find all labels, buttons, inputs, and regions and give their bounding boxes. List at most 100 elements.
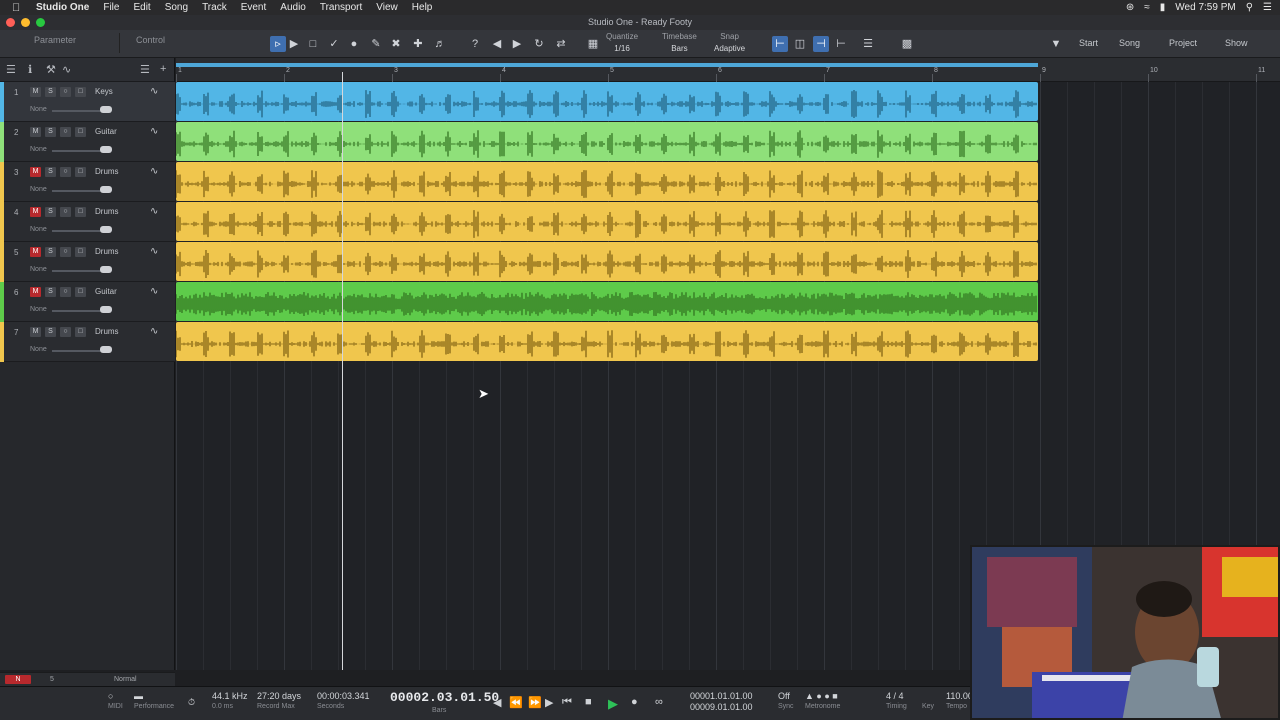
track-name[interactable]: Keys bbox=[95, 87, 113, 96]
record-arm-icon[interactable]: ○ bbox=[60, 287, 71, 297]
waveform-icon[interactable]: ∿ bbox=[150, 166, 158, 177]
monitor-icon[interactable]: □ bbox=[75, 167, 86, 177]
record-arm-icon[interactable]: ○ bbox=[60, 127, 71, 137]
track-header[interactable]: 5 M S ○ □ Drums ∿ None bbox=[0, 242, 175, 282]
solo-button[interactable]: S bbox=[45, 247, 56, 257]
minimize-window-button[interactable] bbox=[21, 18, 30, 27]
zoom-window-button[interactable] bbox=[36, 18, 45, 27]
menu-audio[interactable]: Audio bbox=[280, 2, 306, 13]
record-button[interactable]: ● bbox=[631, 696, 638, 708]
autoscroll-icon[interactable]: ⇄ bbox=[553, 36, 569, 52]
split-view-icon[interactable]: ◫ bbox=[792, 36, 808, 52]
menu-event[interactable]: Event bbox=[241, 2, 267, 13]
parameter-field[interactable]: Parameter bbox=[8, 33, 120, 53]
waveform-icon[interactable]: ∿ bbox=[150, 326, 158, 337]
solo-button[interactable]: S bbox=[45, 87, 56, 97]
fader-handle[interactable] bbox=[100, 146, 112, 153]
record-arm-icon[interactable]: ○ bbox=[60, 167, 71, 177]
snap-to-grid-button[interactable]: ⊢ bbox=[772, 36, 788, 52]
quantize-field[interactable]: Quantize 1/16 bbox=[606, 32, 638, 53]
solo-button[interactable]: S bbox=[45, 207, 56, 217]
mute-button[interactable]: M bbox=[30, 207, 41, 217]
menu-file[interactable]: File bbox=[103, 2, 119, 13]
rewind-icon[interactable]: ⏪ bbox=[509, 696, 523, 709]
mute-button[interactable]: M bbox=[30, 247, 41, 257]
skip-forward-icon[interactable]: ▶ bbox=[545, 696, 553, 709]
seconds-display[interactable]: 00:00:03.341 Seconds bbox=[317, 691, 370, 710]
track-input[interactable]: None bbox=[30, 266, 47, 273]
track-name[interactable]: Guitar bbox=[95, 287, 117, 296]
sync-display[interactable]: Off Sync bbox=[778, 691, 794, 710]
footer-mode[interactable]: Normal bbox=[114, 676, 137, 683]
tempo-display[interactable]: 110.00 Tempo bbox=[946, 691, 973, 710]
audio-clip[interactable] bbox=[176, 322, 1038, 361]
menu-edit[interactable]: Edit bbox=[133, 2, 150, 13]
fader-handle[interactable] bbox=[100, 186, 112, 193]
record-mode-badge[interactable]: N bbox=[5, 675, 31, 684]
track-header[interactable]: 6 M S ○ □ Guitar ∿ None bbox=[0, 282, 175, 322]
menu-help[interactable]: Help bbox=[412, 2, 433, 13]
fader-handle[interactable] bbox=[100, 346, 112, 353]
nudge-right-icon[interactable]: ▶ bbox=[509, 36, 525, 52]
track-list-icon[interactable]: ☰ bbox=[140, 63, 150, 76]
range-tool-icon[interactable]: ▶ bbox=[286, 36, 302, 52]
show-page-button[interactable]: Show bbox=[1225, 38, 1248, 48]
record-arm-icon[interactable]: ○ bbox=[60, 87, 71, 97]
mute-button[interactable]: M bbox=[30, 127, 41, 137]
inspector-icon[interactable]: ℹ bbox=[28, 63, 32, 76]
track-header[interactable]: 1 M S ○ □ Keys ∿ None bbox=[0, 82, 175, 122]
track-input[interactable]: None bbox=[30, 146, 47, 153]
menu-icon[interactable]: ☰ bbox=[6, 63, 16, 76]
search-icon[interactable]: ⚲ bbox=[1246, 2, 1253, 13]
wifi-icon[interactable]: ≈ bbox=[1144, 2, 1150, 13]
solo-button[interactable]: S bbox=[45, 287, 56, 297]
apple-icon[interactable]:  bbox=[12, 2, 26, 14]
mute-button[interactable]: M bbox=[30, 327, 41, 337]
metronome-controls[interactable]: ▲ ● ● ■ Metronome bbox=[805, 691, 840, 710]
menu-song[interactable]: Song bbox=[165, 2, 188, 13]
monitor-icon[interactable]: □ bbox=[75, 287, 86, 297]
monitor-icon[interactable]: □ bbox=[75, 327, 86, 337]
record-arm-icon[interactable]: ○ bbox=[60, 247, 71, 257]
waveform-icon[interactable]: ∿ bbox=[150, 246, 158, 257]
follow-icon[interactable]: ⊢ bbox=[833, 36, 849, 52]
playhead[interactable] bbox=[342, 72, 343, 670]
solo-button[interactable]: S bbox=[45, 127, 56, 137]
download-icon[interactable]: ▼ bbox=[1048, 36, 1064, 52]
select-box-icon[interactable]: □ bbox=[305, 36, 321, 52]
track-input[interactable]: None bbox=[30, 346, 47, 353]
battery-icon[interactable]: ▮ bbox=[1160, 2, 1166, 13]
menu-list-icon[interactable]: ☰ bbox=[1263, 2, 1272, 13]
timebase-field[interactable]: Timebase Bars bbox=[662, 32, 697, 53]
loop-icon[interactable]: ↻ bbox=[531, 36, 547, 52]
audio-clip[interactable] bbox=[176, 282, 1038, 321]
help-icon[interactable]: ? bbox=[467, 36, 483, 52]
listen-tool-icon[interactable]: ♬ bbox=[432, 36, 448, 52]
mute-button[interactable]: M bbox=[30, 87, 41, 97]
track-header[interactable]: 3 M S ○ □ Drums ∿ None bbox=[0, 162, 175, 202]
timing-display[interactable]: 4 / 4 Timing bbox=[886, 691, 907, 710]
fader-handle[interactable] bbox=[100, 306, 112, 313]
midi-meter[interactable]: ○ MIDI bbox=[108, 691, 123, 710]
waveform-icon[interactable]: ∿ bbox=[150, 286, 158, 297]
mute-button[interactable]: M bbox=[30, 287, 41, 297]
loop-range-bar[interactable] bbox=[176, 63, 1038, 67]
mute-button[interactable]: M bbox=[30, 167, 41, 177]
eraser-icon[interactable]: ● bbox=[346, 36, 362, 52]
position-display[interactable]: 00002.03.01.50 bbox=[390, 690, 499, 705]
menu-track[interactable]: Track bbox=[202, 2, 227, 13]
menubar-clock[interactable]: Wed 7:59 PM bbox=[1175, 2, 1235, 13]
locator-display[interactable]: 00001.01.01.00 00009.01.01.00 bbox=[690, 691, 753, 712]
stop-button[interactable]: ■ bbox=[585, 696, 592, 708]
track-name[interactable]: Drums bbox=[95, 247, 119, 256]
lock-icon[interactable]: ▩ bbox=[899, 36, 915, 52]
paint-tool-icon[interactable]: ✎ bbox=[368, 36, 384, 52]
audio-clip[interactable] bbox=[176, 162, 1038, 201]
rewind-start-icon[interactable]: ◀ bbox=[493, 696, 501, 709]
track-name[interactable]: Drums bbox=[95, 207, 119, 216]
track-input[interactable]: None bbox=[30, 226, 47, 233]
track-input[interactable]: None bbox=[30, 306, 47, 313]
automation-icon[interactable]: ∿ bbox=[62, 63, 71, 76]
track-input[interactable]: None bbox=[30, 186, 47, 193]
wrench-icon[interactable]: ⚒ bbox=[46, 63, 56, 76]
